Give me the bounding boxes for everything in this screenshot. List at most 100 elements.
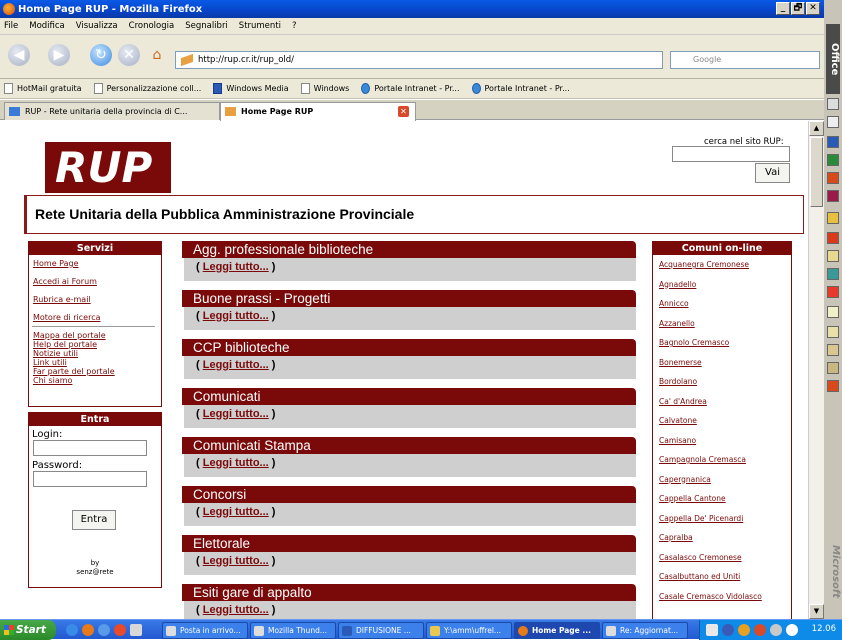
comune-link[interactable]: Capergnanica bbox=[653, 470, 791, 490]
site-search-input[interactable] bbox=[672, 146, 790, 162]
firefox-quicklaunch-icon[interactable] bbox=[82, 624, 94, 636]
excel-icon[interactable] bbox=[827, 154, 839, 166]
taskbar-item[interactable]: Y:\amm\uffrel... bbox=[426, 622, 512, 639]
taskbar-item[interactable]: Home Page ... bbox=[514, 622, 600, 639]
link-notizie[interactable]: Notizie utili bbox=[29, 349, 161, 358]
shortcut-icon[interactable] bbox=[827, 306, 839, 318]
menu-help[interactable]: ? bbox=[292, 21, 297, 31]
comune-link[interactable]: Azzanello bbox=[653, 314, 791, 334]
link-forum[interactable]: Accedi ai Forum bbox=[29, 277, 161, 286]
url-bar[interactable]: http://rup.cr.it/rup_old/ bbox=[175, 51, 663, 69]
taskbar-item[interactable]: DIFFUSIONE ... bbox=[338, 622, 424, 639]
menu-strumenti[interactable]: Strumenti bbox=[239, 21, 281, 31]
tray-icon[interactable] bbox=[722, 624, 734, 636]
read-more-link[interactable]: Leggi tutto... bbox=[203, 359, 269, 371]
tray-icon[interactable] bbox=[706, 624, 718, 636]
read-more-link[interactable]: Leggi tutto... bbox=[203, 408, 269, 420]
bookmark-windows-media[interactable]: Windows Media bbox=[213, 83, 289, 94]
home-icon[interactable]: ⌂ bbox=[146, 44, 168, 66]
comune-link[interactable]: Casalasco Cremonese bbox=[653, 548, 791, 568]
search-engine-box[interactable]: Google bbox=[670, 51, 820, 69]
password-input[interactable] bbox=[33, 471, 147, 487]
scroll-down-icon[interactable]: ▼ bbox=[809, 604, 824, 619]
link-far-parte[interactable]: Far parte del portale bbox=[29, 367, 161, 376]
link-chi-siamo[interactable]: Chi siamo bbox=[29, 376, 161, 385]
read-more-link[interactable]: Leggi tutto... bbox=[203, 506, 269, 518]
link-rubrica[interactable]: Rubrica e-mail bbox=[29, 295, 161, 304]
ie-icon[interactable] bbox=[66, 624, 78, 636]
comune-link[interactable]: Casale Cremasco Vidolasco bbox=[653, 587, 791, 607]
menu-modifica[interactable]: Modifica bbox=[29, 21, 65, 31]
tab-home-page-rup[interactable]: Home Page RUP ✕ bbox=[220, 102, 416, 121]
menu-cronologia[interactable]: Cronologia bbox=[129, 21, 175, 31]
access-icon[interactable] bbox=[827, 190, 839, 202]
comune-link[interactable]: Bagnolo Cremasco bbox=[653, 333, 791, 353]
comune-link[interactable]: Calvatone bbox=[653, 411, 791, 431]
login-button[interactable]: Entra bbox=[72, 510, 116, 530]
close-tab-icon[interactable]: ✕ bbox=[398, 106, 409, 117]
quicklaunch-icon[interactable] bbox=[114, 624, 126, 636]
tab-rup-rete[interactable]: RUP - Rete unitaria della provincia di C… bbox=[4, 102, 220, 120]
comune-link[interactable]: Casalbuttano ed Uniti bbox=[653, 567, 791, 587]
word-icon[interactable] bbox=[827, 136, 839, 148]
shortcut-icon[interactable] bbox=[827, 362, 839, 374]
link-mappa[interactable]: Mappa del portale bbox=[29, 331, 161, 340]
thunderbird-icon[interactable] bbox=[98, 624, 110, 636]
comune-link[interactable]: Camisano bbox=[653, 431, 791, 451]
desktop-icon[interactable] bbox=[130, 624, 142, 636]
comune-link[interactable]: Acquanegra Cremonese bbox=[653, 255, 791, 275]
minimize-button[interactable]: _ bbox=[776, 2, 790, 15]
shortcut-icon[interactable] bbox=[827, 250, 839, 262]
maximize-button[interactable]: 🗗 bbox=[791, 2, 805, 15]
comune-link[interactable]: Cappella Cantone bbox=[653, 489, 791, 509]
comune-link[interactable]: Campagnola Cremasca bbox=[653, 450, 791, 470]
shortcut-icon[interactable] bbox=[827, 212, 839, 224]
tray-icon[interactable] bbox=[786, 624, 798, 636]
scroll-thumb[interactable] bbox=[810, 137, 823, 207]
reload-icon[interactable]: ↻ bbox=[90, 44, 112, 66]
comune-link[interactable]: Bordolano bbox=[653, 372, 791, 392]
bookmark-personalizzazione[interactable]: Personalizzazione coll... bbox=[93, 83, 201, 94]
link-help[interactable]: Help del portale bbox=[29, 340, 161, 349]
comune-link[interactable]: Annicco bbox=[653, 294, 791, 314]
taskbar-item[interactable]: Mozilla Thund... bbox=[250, 622, 336, 639]
shortcut-icon[interactable] bbox=[827, 232, 839, 244]
tray-icon[interactable] bbox=[770, 624, 782, 636]
forward-icon[interactable]: ▶ bbox=[48, 44, 70, 66]
shortcut-icon[interactable] bbox=[827, 268, 839, 280]
shortcut-icon[interactable] bbox=[827, 380, 839, 392]
close-button[interactable]: ✕ bbox=[806, 2, 820, 15]
stop-icon[interactable]: ✕ bbox=[118, 44, 140, 66]
link-link-utili[interactable]: Link utili bbox=[29, 358, 161, 367]
comune-link[interactable]: Ca' d'Andrea bbox=[653, 392, 791, 412]
back-icon[interactable]: ◀ bbox=[8, 44, 30, 66]
comune-link[interactable]: Agnadello bbox=[653, 275, 791, 295]
bookmark-windows[interactable]: Windows bbox=[300, 83, 349, 94]
bookmark-portale-2[interactable]: Portale Intranet - Pr... bbox=[471, 83, 570, 94]
rup-logo[interactable]: RUP bbox=[45, 142, 171, 193]
start-button[interactable]: Start bbox=[0, 620, 56, 640]
comune-link[interactable]: Bonemerse bbox=[653, 353, 791, 373]
shortcut-icon[interactable] bbox=[827, 116, 839, 128]
tray-icon[interactable] bbox=[738, 624, 750, 636]
shortcut-icon[interactable] bbox=[827, 286, 839, 298]
link-motore-ricerca[interactable]: Motore di ricerca bbox=[29, 313, 161, 322]
shortcut-icon[interactable] bbox=[827, 344, 839, 356]
read-more-link[interactable]: Leggi tutto... bbox=[203, 604, 269, 616]
comune-link[interactable]: Capralba bbox=[653, 528, 791, 548]
read-more-link[interactable]: Leggi tutto... bbox=[203, 555, 269, 567]
shortcut-icon[interactable] bbox=[827, 326, 839, 338]
vertical-scrollbar[interactable]: ▲ ▼ bbox=[808, 121, 824, 619]
comune-link[interactable]: Cappella De' Picenardi bbox=[653, 509, 791, 529]
taskbar-item[interactable]: Posta in arrivo... bbox=[162, 622, 248, 639]
search-go-button[interactable]: Vai bbox=[755, 163, 790, 183]
menu-file[interactable]: File bbox=[4, 21, 18, 31]
link-home-page[interactable]: Home Page bbox=[29, 259, 161, 268]
read-more-link[interactable]: Leggi tutto... bbox=[203, 457, 269, 469]
tray-icon[interactable] bbox=[754, 624, 766, 636]
bookmark-hotmail[interactable]: HotMail gratuita bbox=[4, 83, 82, 94]
bookmark-portale-1[interactable]: Portale Intranet - Pr... bbox=[361, 83, 460, 94]
shortcut-icon[interactable] bbox=[827, 98, 839, 110]
powerpoint-icon[interactable] bbox=[827, 172, 839, 184]
taskbar-item[interactable]: Re: Aggiornat... bbox=[602, 622, 688, 639]
